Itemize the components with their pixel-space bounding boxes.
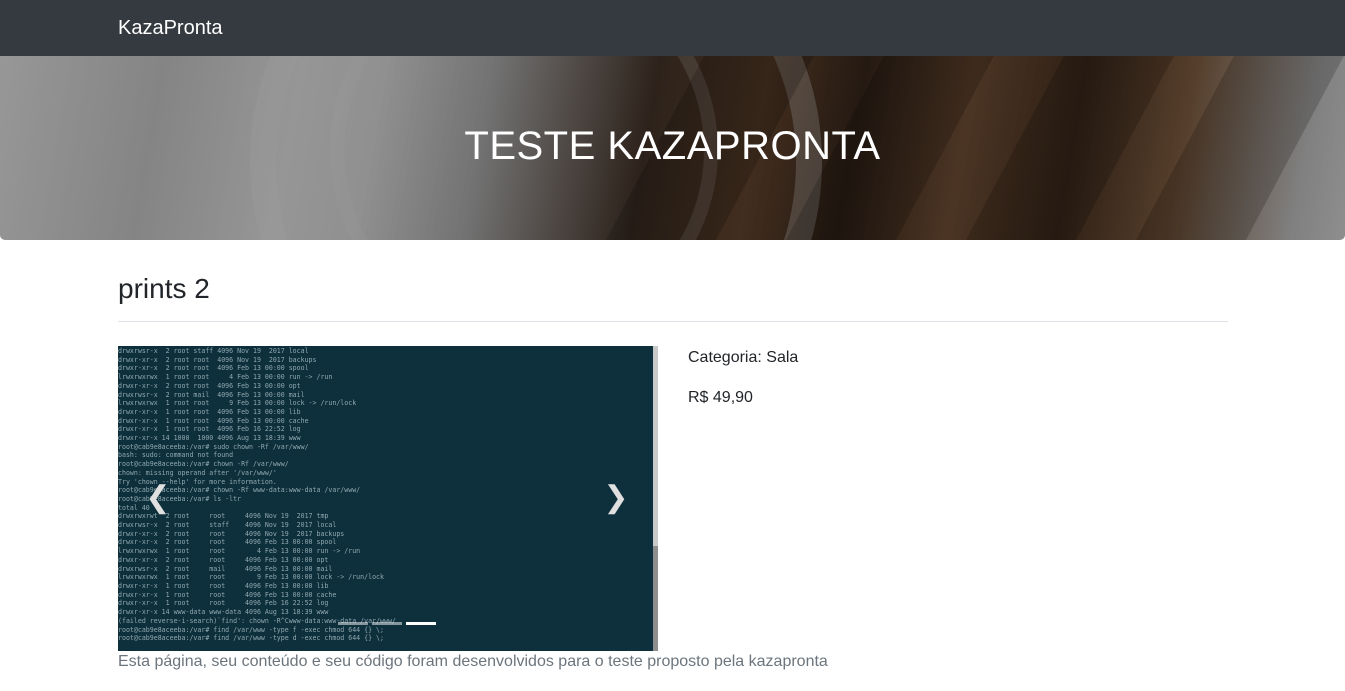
carousel-prev-button[interactable]: ❮ [138,476,178,520]
carousel-indicator-active[interactable] [406,622,436,625]
image-scrollbar-thumb [653,546,658,651]
product-title: prints 2 [118,273,210,304]
image-scrollbar-track [653,346,658,651]
carousel-indicator[interactable] [338,622,368,625]
brand-link[interactable]: KazaPronta [118,16,223,40]
hero-banner: TESTE KAZAPRONTA [0,56,1345,240]
product-category: Categoria: Sala [688,349,799,366]
navbar: KazaPronta [0,0,1345,56]
product-price: R$ 49,90 [688,389,753,406]
divider [118,321,1228,322]
footer-text: Esta página, seu conteúdo e seu código f… [118,653,828,670]
carousel-indicator[interactable] [372,622,402,625]
hero-title: TESTE KAZAPRONTA [464,124,881,168]
carousel-next-button[interactable]: ❯ [596,476,636,520]
product-image-carousel[interactable]: drwxrwsr-x 2 root staff 4096 Nov 19 2017… [118,346,658,651]
chevron-right-icon: ❯ [603,481,629,514]
chevron-left-icon: ❮ [145,481,171,514]
carousel-indicators [338,622,436,626]
